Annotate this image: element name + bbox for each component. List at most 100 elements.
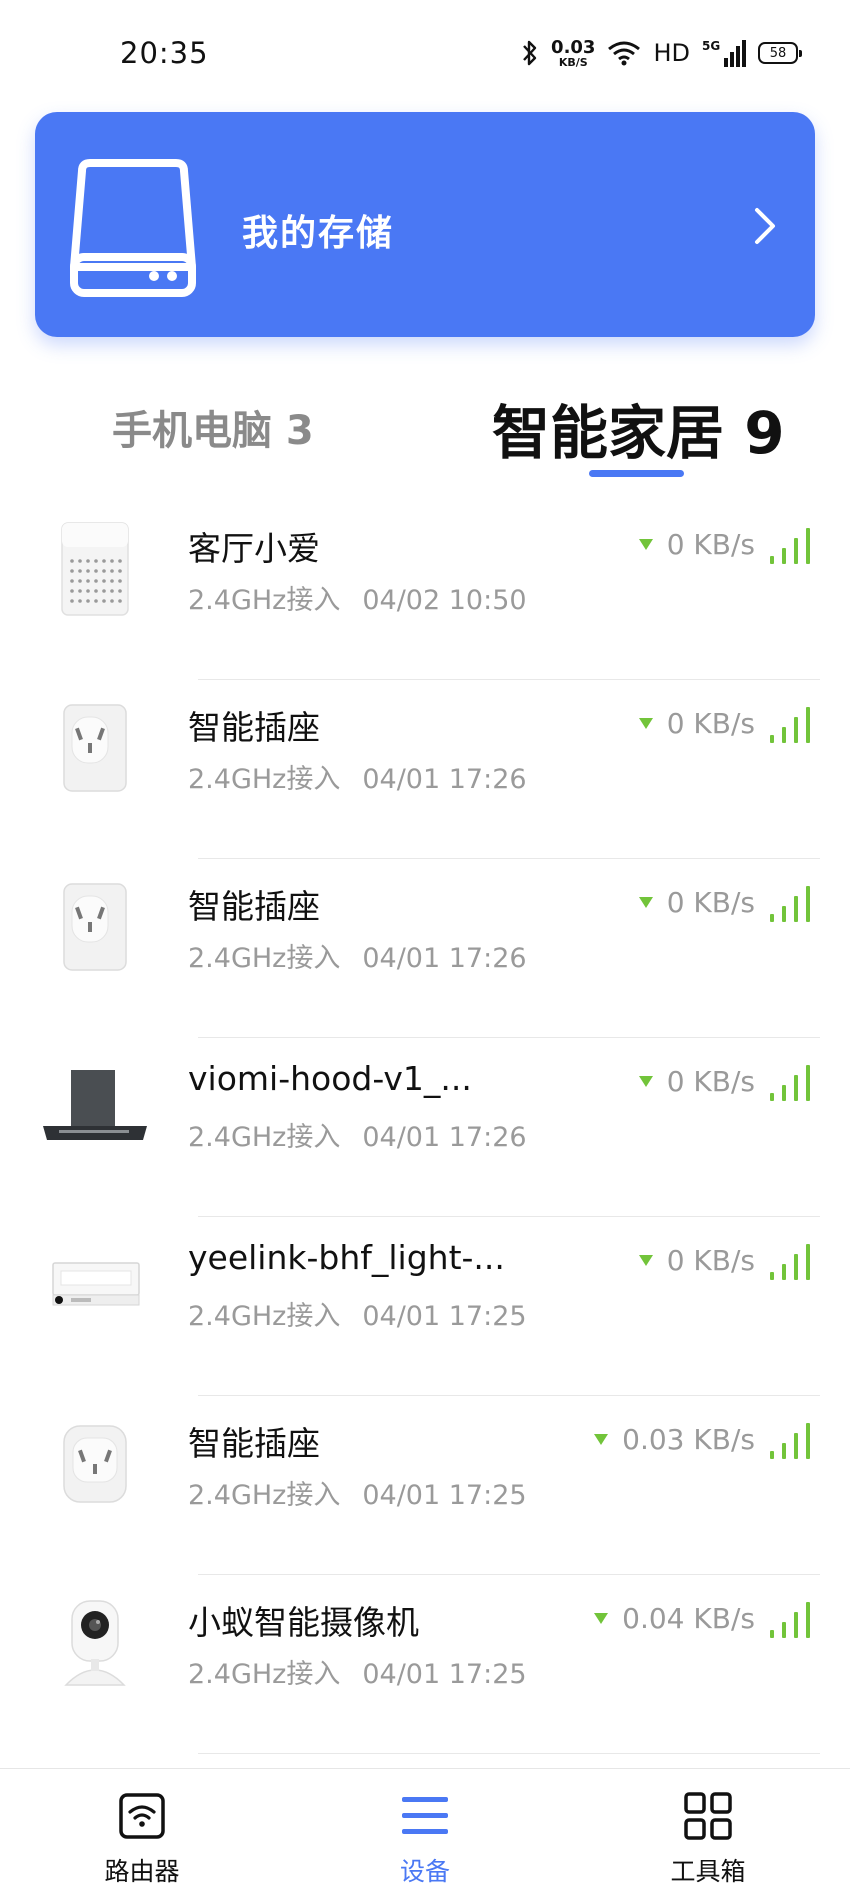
signal-strength-icon [770, 1242, 818, 1280]
grid-icon [684, 1792, 732, 1840]
network-speed: 0.03 KB/S [551, 36, 596, 69]
active-tab-indicator [589, 470, 684, 477]
device-speed: 0 KB/s [638, 1065, 755, 1098]
signal-strength-icon [770, 884, 818, 922]
device-info: 2.4GHz接入 04/01 17:26 [188, 757, 527, 796]
device-speed: 0 KB/s [638, 1244, 755, 1277]
device-speed-value: 0.03 KB/s [622, 1423, 755, 1456]
device-speed: 0.03 KB/s [594, 1423, 755, 1456]
range-hood-icon [30, 1051, 160, 1161]
my-storage-card[interactable]: 我的存储 [35, 112, 815, 337]
signal-strength-icon [770, 1063, 818, 1101]
device-name: 智能插座 [188, 887, 320, 926]
device-item[interactable]: 智能插座 2.4GHz接入 04/01 17:26 0 KB/s [0, 858, 850, 1038]
download-arrow-icon [638, 1076, 653, 1087]
device-speed-value: 0.04 KB/s [622, 1602, 755, 1635]
device-datetime: 04/01 17:25 [362, 1659, 527, 1690]
device-speed-value: 0 KB/s [666, 707, 755, 740]
device-speed: 0 KB/s [638, 707, 755, 740]
smart-plug-icon [30, 1409, 160, 1519]
device-datetime: 04/01 17:25 [362, 1301, 527, 1332]
list-divider [198, 1753, 820, 1754]
nav-router[interactable]: 路由器 [62, 1769, 222, 1889]
device-info: 2.4GHz接入 04/01 17:25 [188, 1294, 527, 1333]
download-arrow-icon [638, 718, 653, 729]
device-connection: 2.4GHz接入 [188, 1301, 341, 1332]
bottom-navigation: 路由器 设备 工具箱 [0, 1768, 850, 1889]
nav-router-label: 路由器 [104, 1857, 180, 1886]
status-bar: 20:35 0.03 KB/S HD 5G 58 [0, 0, 850, 106]
my-storage-title: 我的存储 [242, 213, 395, 254]
menu-list-icon [402, 1797, 448, 1834]
download-arrow-icon [638, 539, 653, 550]
device-speed-value: 0 KB/s [666, 886, 755, 919]
device-name: 智能插座 [188, 708, 320, 747]
device-datetime: 04/01 17:26 [362, 764, 527, 795]
smart-speaker-icon [30, 514, 160, 624]
device-name: viomi-hood-v1_... [188, 1059, 472, 1098]
download-arrow-icon [594, 1434, 609, 1445]
device-connection: 2.4GHz接入 [188, 585, 341, 616]
device-item[interactable]: yeelink-bhf_light-... 2.4GHz接入 04/01 17:2… [0, 1216, 850, 1396]
device-speed-value: 0 KB/s [666, 1065, 755, 1098]
bath-heater-icon [30, 1230, 160, 1340]
signal-strength-icon [770, 705, 818, 743]
device-datetime: 04/01 17:26 [362, 1122, 527, 1153]
device-datetime: 04/02 10:50 [362, 585, 527, 616]
download-arrow-icon [638, 897, 653, 908]
device-info: 2.4GHz接入 04/01 17:25 [188, 1652, 527, 1691]
smart-camera-icon [30, 1588, 160, 1698]
device-speed: 0.04 KB/s [594, 1602, 755, 1635]
nav-devices-label: 设备 [399, 1857, 450, 1886]
hd-indicator: HD [653, 39, 690, 67]
battery-level: 58 [769, 45, 787, 61]
status-icons: 0.03 KB/S HD 5G 58 [521, 36, 802, 70]
network-speed-unit: KB/S [558, 55, 588, 69]
device-item[interactable]: viomi-hood-v1_... 2.4GHz接入 04/01 17:26 0 … [0, 1037, 850, 1217]
download-arrow-icon [594, 1613, 609, 1624]
signal-strength-icon [770, 1421, 818, 1459]
bluetooth-icon [523, 40, 537, 66]
device-speed: 0 KB/s [638, 886, 755, 919]
router-icon [119, 1793, 165, 1839]
smart-plug-icon [30, 872, 160, 982]
chevron-right-icon [755, 208, 775, 244]
battery-icon: 58 [758, 42, 802, 64]
device-info: 2.4GHz接入 04/01 17:25 [188, 1473, 527, 1512]
nav-devices[interactable]: 设备 [345, 1769, 505, 1889]
device-name: yeelink-bhf_light-... [188, 1238, 505, 1277]
tab-phone-computer[interactable]: 手机电脑 3 [112, 398, 314, 456]
device-info: 2.4GHz接入 04/01 17:26 [188, 1115, 527, 1154]
wifi-icon [608, 41, 641, 66]
download-arrow-icon [638, 1255, 653, 1266]
device-speed: 0 KB/s [638, 528, 755, 561]
device-name: 客厅小爱 [188, 529, 320, 568]
device-item[interactable]: 小蚁智能摄像机 2.4GHz接入 04/01 17:25 0.04 KB/s [0, 1574, 850, 1754]
device-connection: 2.4GHz接入 [188, 1122, 341, 1153]
device-datetime: 04/01 17:25 [362, 1480, 527, 1511]
device-item[interactable]: 智能插座 2.4GHz接入 04/01 17:25 0.03 KB/s [0, 1395, 850, 1575]
network-speed-value: 0.03 [551, 36, 596, 58]
signal-strength-icon [770, 1600, 818, 1638]
smart-plug-icon [30, 693, 160, 803]
status-time: 20:35 [120, 36, 209, 70]
signal-strength-icon [770, 526, 818, 564]
network-type: 5G [702, 39, 721, 53]
device-item[interactable]: 客厅小爱 2.4GHz接入 04/02 10:50 0 KB/s [0, 500, 850, 680]
device-info: 2.4GHz接入 04/02 10:50 [188, 578, 527, 617]
tab-smart-home[interactable]: 智能家居 9 [492, 386, 785, 470]
device-speed-value: 0 KB/s [666, 528, 755, 561]
device-item[interactable]: 智能插座 2.4GHz接入 04/01 17:26 0 KB/s [0, 679, 850, 859]
device-info: 2.4GHz接入 04/01 17:26 [188, 936, 527, 975]
device-connection: 2.4GHz接入 [188, 943, 341, 974]
device-connection: 2.4GHz接入 [188, 1480, 341, 1511]
nav-toolbox-label: 工具箱 [670, 1857, 746, 1886]
device-datetime: 04/01 17:26 [362, 943, 527, 974]
cellular-signal-icon: 5G [702, 39, 746, 67]
device-name: 小蚁智能摄像机 [188, 1603, 419, 1642]
device-connection: 2.4GHz接入 [188, 764, 341, 795]
hard-drive-icon [70, 159, 196, 297]
nav-toolbox[interactable]: 工具箱 [628, 1769, 788, 1889]
device-connection: 2.4GHz接入 [188, 1659, 341, 1690]
device-speed-value: 0 KB/s [666, 1244, 755, 1277]
